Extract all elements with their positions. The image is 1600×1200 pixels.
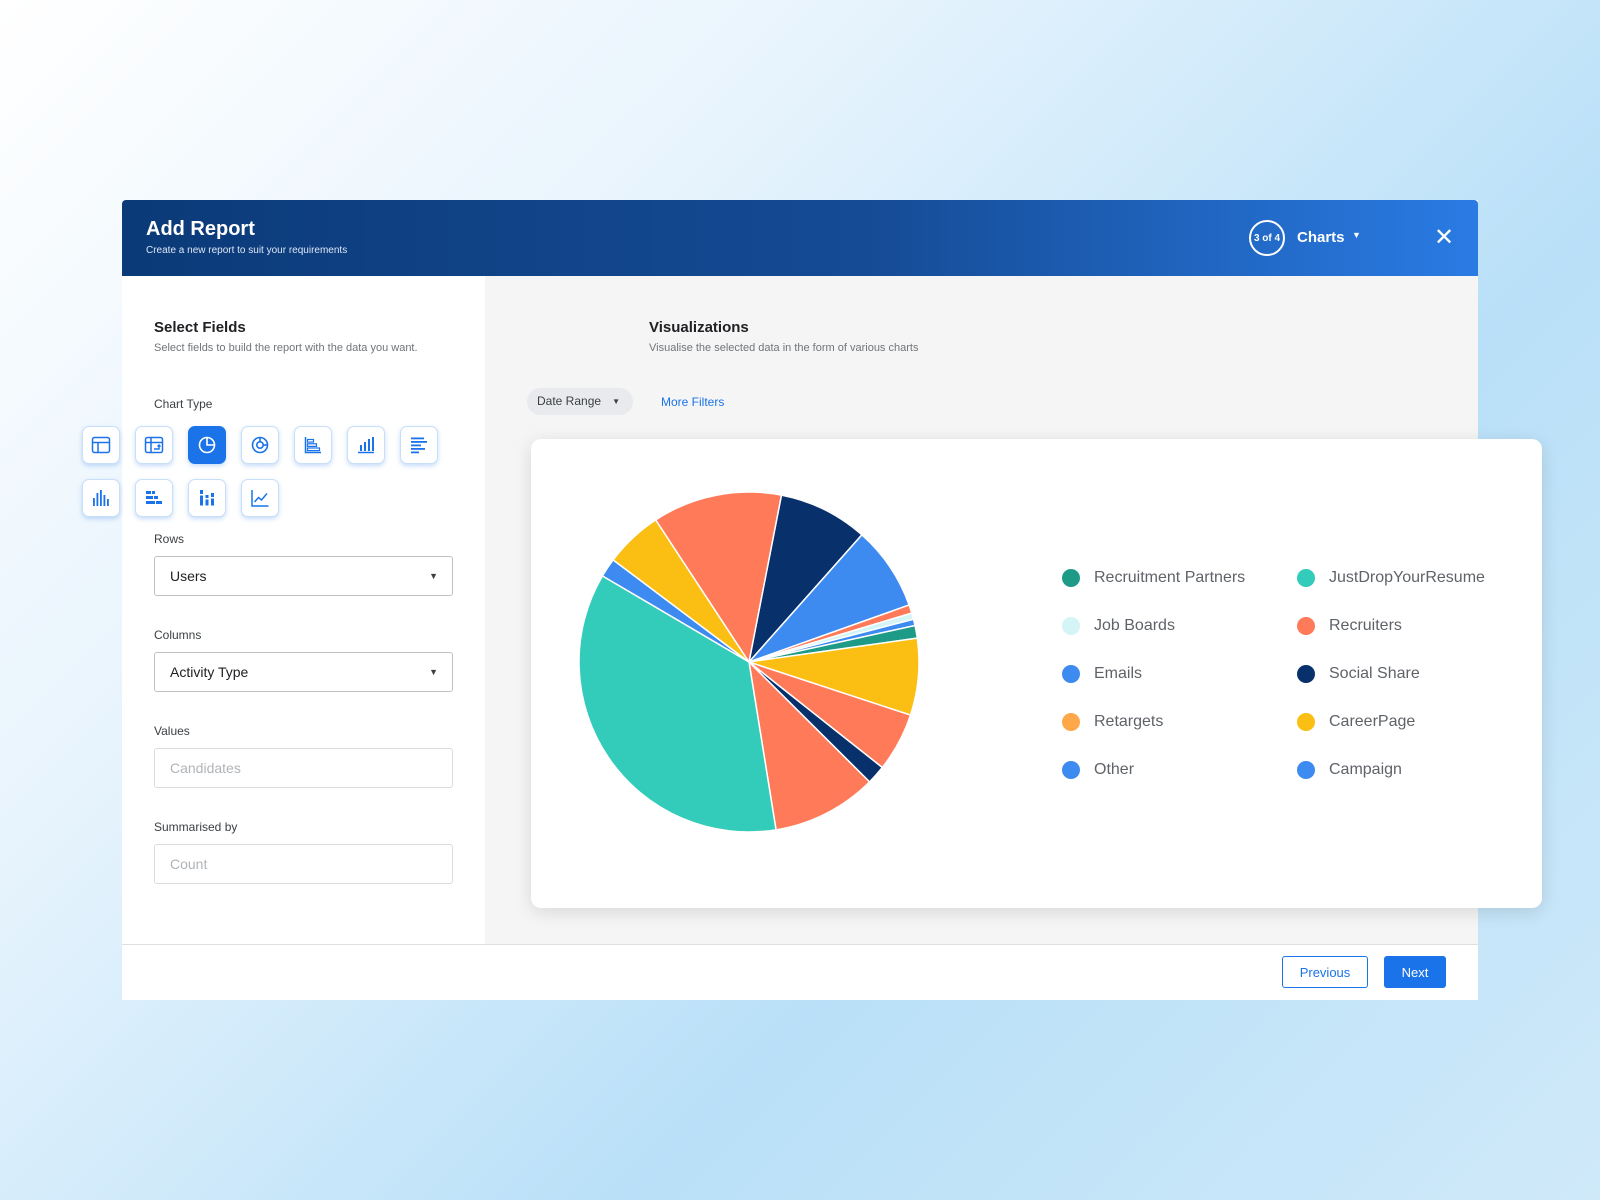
- legend-label: Campaign: [1329, 761, 1402, 778]
- legend-item: Retargets: [1062, 712, 1163, 732]
- modal-title: Add Report: [146, 218, 255, 240]
- legend-item: JustDropYourResume: [1297, 568, 1485, 588]
- date-range-label: Date Range: [537, 394, 602, 408]
- rows-select[interactable]: Users ▼: [154, 556, 453, 596]
- legend-label: Other: [1094, 761, 1135, 778]
- chart-card: Recruitment Partners JustDropYourResume Jo…: [531, 439, 1542, 908]
- column-chart-button[interactable]: [347, 426, 385, 464]
- legend-label: Social Share: [1329, 665, 1420, 682]
- legend-label: Job Boards: [1094, 617, 1175, 634]
- donut-chart-button[interactable]: [241, 426, 279, 464]
- legend-item: Recruitment Partners: [1062, 568, 1245, 588]
- table-icon: [91, 436, 111, 454]
- histogram-icon: [93, 490, 109, 506]
- line-chart-icon: [251, 490, 269, 507]
- next-button[interactable]: Next: [1384, 956, 1446, 988]
- legend-dot: [1062, 713, 1080, 731]
- stacked-column-chart-button[interactable]: [188, 479, 226, 517]
- legend-dot: [1297, 569, 1315, 587]
- bar-list-icon: [411, 437, 427, 454]
- rows-label: Rows: [154, 532, 185, 546]
- legend-item: Campaign: [1297, 760, 1402, 780]
- bar-list-chart-button[interactable]: [400, 426, 438, 464]
- legend-dot: [1062, 761, 1080, 779]
- legend-item: Social Share: [1297, 664, 1420, 684]
- legend-item: Recruiters: [1297, 616, 1402, 636]
- columns-select[interactable]: Activity Type ▼: [154, 652, 453, 692]
- legend-label: JustDropYourResume: [1329, 569, 1485, 586]
- values-input[interactable]: [154, 748, 453, 788]
- step-indicator: 3 of 4: [1249, 220, 1285, 256]
- legend-label: CareerPage: [1329, 713, 1416, 730]
- visualizations-title: Visualizations: [649, 319, 749, 336]
- more-filters-link[interactable]: More Filters: [661, 395, 724, 409]
- table-chart-button[interactable]: [82, 426, 120, 464]
- pie-chart-icon: [198, 436, 216, 454]
- legend-dot: [1062, 617, 1080, 635]
- legend-dot: [1062, 569, 1080, 587]
- horizontal-bar-chart-button[interactable]: [294, 426, 332, 464]
- select-fields-panel: Select Fields Select fields to build the…: [122, 276, 485, 944]
- pie-chart-button[interactable]: [188, 426, 226, 464]
- modal-subtitle: Create a new report to suit your require…: [146, 245, 348, 256]
- legend-item: Emails: [1062, 664, 1142, 684]
- legend-dot: [1297, 617, 1315, 635]
- legend-dot: [1297, 665, 1315, 683]
- donut-chart-icon: [251, 436, 269, 454]
- caret-down-icon: ▼: [429, 667, 438, 677]
- previous-button[interactable]: Previous: [1282, 956, 1368, 988]
- close-icon[interactable]: ✕: [1430, 222, 1458, 254]
- caret-down-icon[interactable]: ▼: [1352, 230, 1361, 240]
- horizontal-bar-chart-icon: [304, 437, 321, 454]
- caret-down-icon: ▼: [612, 397, 620, 406]
- legend-dot: [1297, 761, 1315, 779]
- footer-divider: [122, 944, 1478, 945]
- legend-label: Emails: [1094, 665, 1143, 682]
- rows-value: Users: [170, 568, 207, 584]
- legend-label: Recruiters: [1329, 617, 1402, 634]
- legend-label: Retargets: [1094, 713, 1164, 730]
- histogram-chart-button[interactable]: [82, 479, 120, 517]
- legend-item: Other: [1062, 760, 1134, 780]
- legend-dot: [1297, 713, 1315, 731]
- step-dropdown[interactable]: Charts: [1297, 229, 1345, 246]
- date-range-filter[interactable]: Date Range ▼: [527, 388, 633, 415]
- summarised-by-label: Summarised by: [154, 820, 238, 834]
- stacked-column-chart-icon: [200, 490, 214, 506]
- values-label: Values: [154, 724, 190, 738]
- legend-dot: [1062, 665, 1080, 683]
- select-fields-subtitle: Select fields to build the report with t…: [154, 342, 418, 354]
- stacked-bar-chart-icon: [146, 491, 162, 504]
- visualizations-subtitle: Visualise the selected data in the form …: [649, 342, 919, 354]
- modal-header: Add Report Create a new report to suit y…: [122, 200, 1478, 276]
- chart-type-label: Chart Type: [154, 397, 213, 411]
- pie-chart: [578, 491, 920, 833]
- columns-label: Columns: [154, 628, 202, 642]
- pivot-table-icon: [144, 436, 164, 454]
- line-chart-button[interactable]: [241, 479, 279, 517]
- pivot-table-chart-button[interactable]: [135, 426, 173, 464]
- stacked-bar-chart-button[interactable]: [135, 479, 173, 517]
- legend-item: CareerPage: [1297, 712, 1415, 732]
- column-chart-icon: [358, 437, 374, 454]
- select-fields-title: Select Fields: [154, 319, 246, 336]
- legend-item: Job Boards: [1062, 616, 1175, 636]
- summarised-by-input[interactable]: [154, 844, 453, 884]
- legend-label: Recruitment Partners: [1094, 569, 1246, 586]
- caret-down-icon: ▼: [429, 571, 438, 581]
- columns-value: Activity Type: [170, 664, 249, 680]
